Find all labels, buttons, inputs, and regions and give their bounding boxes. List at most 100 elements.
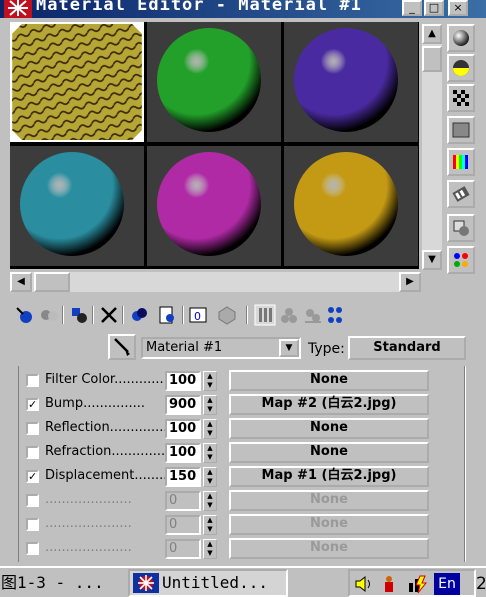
close-button[interactable]: × xyxy=(448,0,468,16)
scroll-right-arrow-icon[interactable]: ▶ xyxy=(399,272,421,292)
map-row: ..................... 0 ▲ ▼ None xyxy=(18,512,458,536)
scroll-down-arrow-icon[interactable]: ▼ xyxy=(422,250,442,270)
scroll-thumb[interactable] xyxy=(34,272,70,292)
volume-icon[interactable] xyxy=(352,573,374,595)
map-label: Reflection............... xyxy=(45,420,172,435)
map-amount-field[interactable]: 100 xyxy=(165,443,201,463)
material-type-button[interactable]: Standard xyxy=(348,336,466,360)
map-button[interactable]: None xyxy=(229,490,429,511)
map-enable-checkbox[interactable] xyxy=(26,422,39,435)
map-row: ✓ Bump............... 900 ▲ ▼ Map #2 (白云2.jpg… xyxy=(18,392,458,416)
map-row: Filter Color............... 100 ▲ ▼ None xyxy=(18,368,458,392)
horizontal-scrollbar[interactable]: ◀ ▶ xyxy=(10,272,421,292)
title-bar: Material Editor - Material #1 _ □ × xyxy=(0,0,486,18)
map-button[interactable]: None xyxy=(229,538,429,559)
vertical-scrollbar[interactable]: ▲ ▼ xyxy=(422,24,442,270)
material-effects-channel-icon[interactable]: 0 xyxy=(188,304,210,326)
map-enable-checkbox[interactable] xyxy=(26,374,39,387)
map-enable-checkbox[interactable] xyxy=(26,518,39,531)
scroll-thumb[interactable] xyxy=(422,46,442,72)
map-amount-field[interactable]: 100 xyxy=(165,419,201,439)
go-to-parent-icon[interactable] xyxy=(278,304,300,326)
3dsmax-logo-icon xyxy=(4,0,32,18)
reset-map-icon[interactable] xyxy=(98,304,120,326)
map-label: ..................... xyxy=(45,492,132,507)
map-enable-checkbox[interactable]: ✓ xyxy=(26,470,39,483)
put-to-library-icon[interactable] xyxy=(156,304,178,326)
map-enable-checkbox[interactable] xyxy=(26,542,39,555)
show-map-in-viewport-icon[interactable] xyxy=(216,304,238,326)
map-enable-checkbox[interactable]: ✓ xyxy=(26,398,39,411)
language-indicator[interactable]: En xyxy=(434,573,460,595)
map-label: Refraction............... xyxy=(45,444,174,459)
sample-slot-4[interactable] xyxy=(10,146,144,266)
map-amount-field[interactable]: 0 xyxy=(165,539,201,559)
taskbar-item-3dsmax[interactable]: Untitled... xyxy=(128,569,288,597)
put-to-scene-icon[interactable] xyxy=(38,304,60,326)
map-amount-field[interactable]: 100 xyxy=(165,371,201,391)
map-button[interactable]: Map #2 (白云2.jpg) xyxy=(229,394,429,415)
backlight-icon[interactable] xyxy=(447,54,475,82)
amount-spinner-icon[interactable]: ▲ ▼ xyxy=(203,443,217,463)
taskbar: 图1-3 - ... Untitled... En 2 xyxy=(0,566,486,597)
make-preview-icon[interactable] xyxy=(447,180,475,208)
map-label: Filter Color............... xyxy=(45,372,177,387)
sample-slot-2[interactable] xyxy=(147,22,281,142)
select-by-material-icon[interactable] xyxy=(447,246,475,274)
show-end-result-icon[interactable] xyxy=(254,304,276,326)
map-button[interactable]: None xyxy=(229,418,429,439)
sample-uv-tiling-icon[interactable] xyxy=(447,116,475,144)
video-color-check-icon[interactable] xyxy=(447,148,475,176)
amount-spinner-icon[interactable]: ▲ ▼ xyxy=(203,371,217,391)
map-label: Displacement............... xyxy=(45,468,185,483)
clock: 2 xyxy=(476,574,486,594)
background-checker-icon[interactable] xyxy=(447,84,475,112)
sample-slot-3[interactable] xyxy=(284,22,418,142)
type-label: Type: xyxy=(308,341,345,357)
amount-spinner-icon[interactable]: ▲ ▼ xyxy=(203,491,217,511)
assign-material-icon[interactable] xyxy=(68,304,90,326)
map-enable-checkbox[interactable] xyxy=(26,494,39,507)
map-row: Refraction............... 100 ▲ ▼ None xyxy=(18,440,458,464)
maximize-button[interactable]: □ xyxy=(424,0,444,16)
material-name-dropdown[interactable]: Material #1 ▼ xyxy=(141,337,301,359)
map-button[interactable]: None xyxy=(229,370,429,391)
scroll-up-arrow-icon[interactable]: ▲ xyxy=(422,24,442,44)
get-material-icon[interactable] xyxy=(14,304,36,326)
sample-slot-5[interactable] xyxy=(147,146,281,266)
map-row: ✓ Displacement............... 150 ▲ ▼ Map #1 … xyxy=(18,464,458,488)
copy-material-icon[interactable] xyxy=(128,304,150,326)
map-button[interactable]: None xyxy=(229,514,429,535)
select-by-material-icon[interactable] xyxy=(324,304,346,326)
tray-app-icon[interactable] xyxy=(378,573,400,595)
map-amount-field[interactable]: 150 xyxy=(165,467,201,487)
options-icon[interactable] xyxy=(447,214,475,242)
amount-spinner-icon[interactable]: ▲ ▼ xyxy=(203,539,217,559)
map-amount-field[interactable]: 0 xyxy=(165,515,201,535)
sample-type-sphere-icon[interactable] xyxy=(447,24,475,52)
minimize-button[interactable]: _ xyxy=(402,0,422,16)
map-button[interactable]: None xyxy=(229,442,429,463)
map-label: Bump............... xyxy=(45,396,146,411)
sample-slot-6[interactable] xyxy=(284,146,418,266)
map-amount-field[interactable]: 900 xyxy=(165,395,201,415)
rollout-scrollbar[interactable] xyxy=(464,366,466,562)
tray-power-icon[interactable] xyxy=(406,573,428,595)
scroll-left-arrow-icon[interactable]: ◀ xyxy=(10,272,32,292)
svg-text:0: 0 xyxy=(194,310,201,323)
amount-spinner-icon[interactable]: ▲ ▼ xyxy=(203,395,217,415)
chevron-down-icon[interactable]: ▼ xyxy=(279,339,299,357)
taskbar-item-document[interactable]: 图1-3 - ... xyxy=(0,571,124,595)
go-forward-icon[interactable] xyxy=(302,304,324,326)
map-button[interactable]: Map #1 (白云2.jpg) xyxy=(229,466,429,487)
pick-material-from-object-icon[interactable] xyxy=(108,334,136,360)
material-name-value: Material #1 xyxy=(146,340,223,355)
system-tray: En 2 xyxy=(348,569,486,597)
sample-slot-1[interactable] xyxy=(10,22,144,142)
amount-spinner-icon[interactable]: ▲ ▼ xyxy=(203,467,217,487)
amount-spinner-icon[interactable]: ▲ ▼ xyxy=(203,515,217,535)
map-label: ..................... xyxy=(45,540,132,555)
amount-spinner-icon[interactable]: ▲ ▼ xyxy=(203,419,217,439)
map-amount-field[interactable]: 0 xyxy=(165,491,201,511)
map-enable-checkbox[interactable] xyxy=(26,446,39,459)
